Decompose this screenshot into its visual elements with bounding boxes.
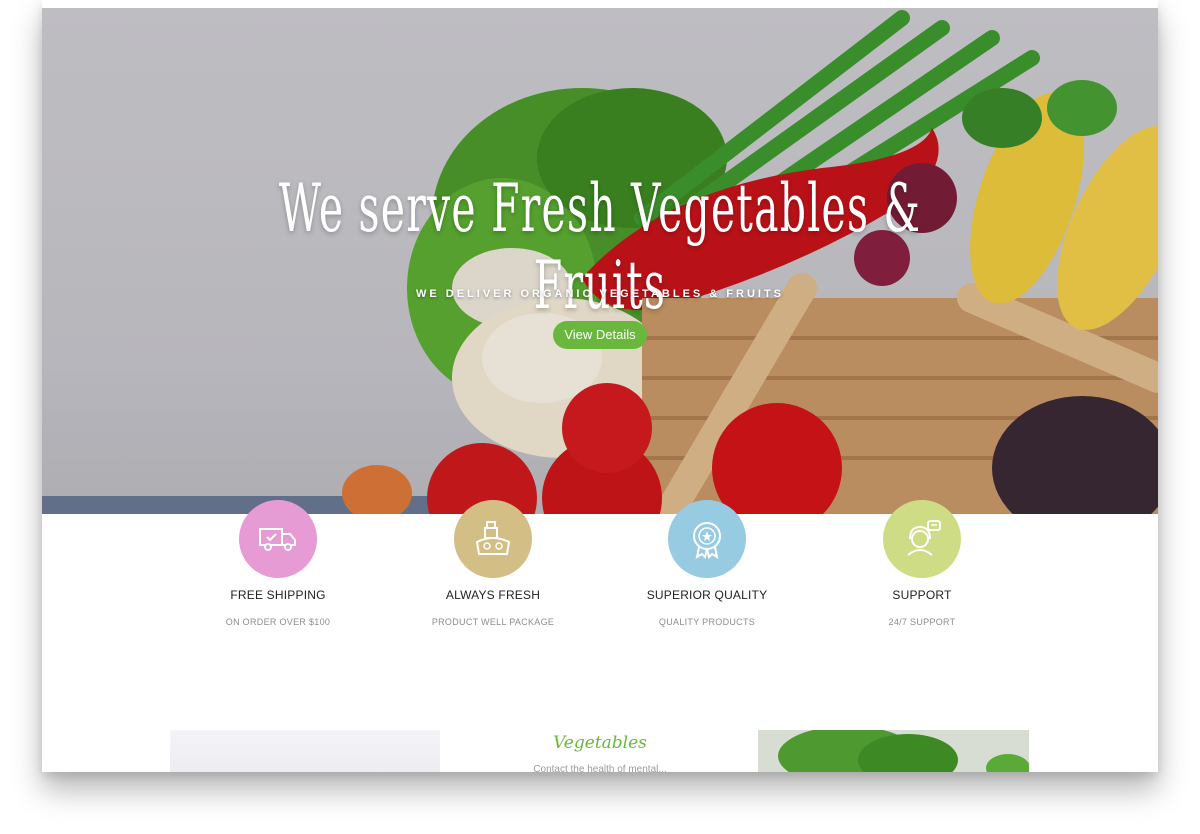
support-agent-icon [883, 500, 961, 578]
feature-subtitle: PRODUCT WELL PACKAGE [431, 617, 555, 627]
hero-subtitle: WE DELIVER ORGANIC VEGETABLES & FRUITS [415, 288, 785, 300]
feature-title: FREE SHIPPING [230, 588, 326, 602]
feature-title: SUPERIOR QUALITY [646, 588, 768, 602]
delivery-truck-icon [239, 500, 317, 578]
feature-free-shipping: FREE SHIPPING ON ORDER OVER $100 [178, 500, 378, 627]
feature-subtitle: 24/7 SUPPORT [888, 617, 956, 627]
feature-support: SUPPORT 24/7 SUPPORT [822, 500, 1022, 627]
feature-always-fresh: ALWAYS FRESH PRODUCT WELL PACKAGE [393, 500, 593, 627]
kale-image [758, 730, 1029, 772]
features-section: FREE SHIPPING ON ORDER OVER $100 ALWAYS … [42, 500, 1158, 684]
category-title[interactable]: Vegetables [482, 733, 718, 753]
feature-superior-quality: SUPERIOR QUALITY QUALITY PRODUCTS [607, 500, 807, 627]
feature-title: ALWAYS FRESH [445, 588, 541, 602]
feature-title: SUPPORT [892, 588, 952, 602]
hero-title: We serve Fresh Vegetables & Fruits [278, 170, 922, 324]
website-frame: We serve Fresh Vegetables & Fruits WE DE… [42, 0, 1158, 772]
category-description: Contact the health of mental... [533, 764, 667, 772]
view-details-button[interactable]: View Details [553, 321, 647, 349]
category-image-left[interactable] [170, 730, 440, 772]
quality-badge-icon [668, 500, 746, 578]
fresh-produce-icon [454, 500, 532, 578]
feature-subtitle: ON ORDER OVER $100 [225, 617, 331, 627]
hero-banner: We serve Fresh Vegetables & Fruits WE DE… [42, 8, 1158, 514]
feature-subtitle: QUALITY PRODUCTS [658, 617, 756, 627]
category-image-right[interactable] [758, 730, 1029, 772]
